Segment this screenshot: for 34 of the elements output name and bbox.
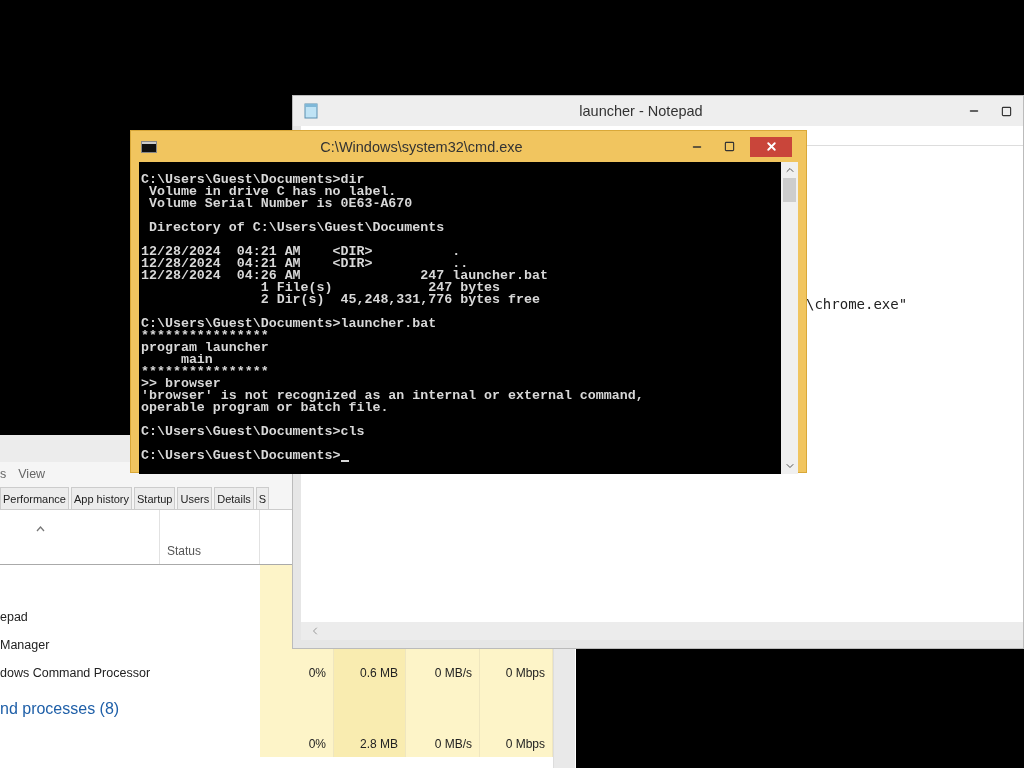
window-title: launcher - Notepad xyxy=(578,103,704,119)
table-cell: 0 Mbps xyxy=(480,731,553,757)
table-cell: 0.6 MB xyxy=(334,659,406,687)
group-heading: nd processes (8) xyxy=(0,700,120,718)
process-name: epad xyxy=(0,610,28,624)
text-line: \chrome.exe" xyxy=(806,296,909,312)
console-line: 1 File(s) 247 bytes xyxy=(259,282,501,294)
console-line: C:\Users\Guest\Documents> xyxy=(141,450,341,462)
console-line: main xyxy=(180,354,213,366)
table-cell: 2.8 MB xyxy=(334,731,406,757)
console-line: C:\Users\Guest\Documents>cls xyxy=(141,426,365,438)
process-name: dows Command Processor xyxy=(0,666,151,680)
process-name: Manager xyxy=(0,638,50,652)
table-cell: 0 Mbps xyxy=(480,659,553,687)
console-line: 12/28/2024 04:26 AM 247 launcher.bat xyxy=(141,270,548,282)
console-line: C:\Users\Guest\Documents>dir xyxy=(141,174,365,186)
console-line: 2 Dir(s) 45,248,331,776 bytes free xyxy=(259,294,540,306)
console-line: C:\Users\Guest\Documents>launcher.bat xyxy=(141,318,437,330)
console-line: >> browser xyxy=(141,378,221,390)
table-cell: 0% xyxy=(260,659,334,687)
window-title: C:\Windows\system32\cmd.exe xyxy=(319,138,524,155)
console-line: Volume in drive C has no label. xyxy=(147,186,397,198)
console-line: operable program or batch file. xyxy=(141,402,389,414)
console-line: program launcher xyxy=(141,342,269,354)
console-line: **************** xyxy=(141,366,269,378)
console-line: Volume Serial Number is 0E63-A670 xyxy=(147,198,413,210)
table-cell: 0 MB/s xyxy=(406,659,480,687)
console-line: 12/28/2024 04:21 AM <DIR> . xyxy=(141,246,461,258)
table-cell: 0 MB/s xyxy=(406,731,480,757)
console-line: Directory of C:\Users\Guest\Documents xyxy=(147,222,445,234)
console-line: 'browser' is not recognized as an internal or external command, xyxy=(141,390,644,402)
table-cell: 0% xyxy=(260,731,334,757)
console-line: 12/28/2024 04:21 AM <DIR> .. xyxy=(141,258,469,270)
console-line: **************** xyxy=(141,330,269,342)
